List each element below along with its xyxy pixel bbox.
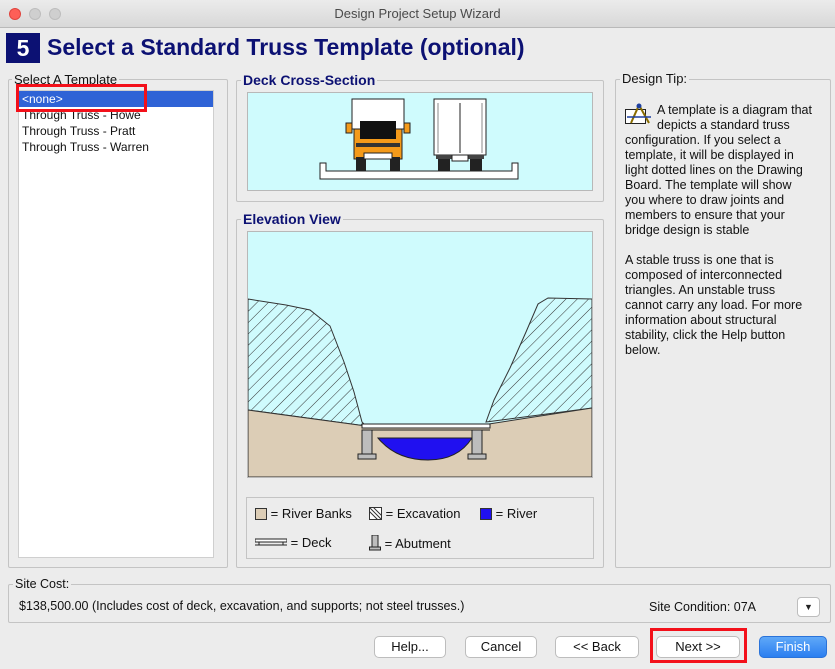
legend-river-banks: = River Banks [255,506,352,521]
legend-excavation: = Excavation [368,506,461,521]
river-banks-swatch-icon [255,508,267,520]
legend-abutment-label: = Abutment [384,536,451,551]
highlight-box-none-option [16,84,147,112]
help-button[interactable]: Help... [374,636,446,658]
finish-button[interactable]: Finish [759,636,827,658]
excavation-swatch-icon [368,506,383,521]
design-tip-paragraph-2: A stable truss is one that is composed o… [625,253,803,357]
cancel-button[interactable]: Cancel [465,636,537,658]
legend-deck-label: = Deck [290,535,332,550]
legend-river: = River [480,506,537,521]
deck-cross-section-view [247,92,593,191]
drafting-compass-icon [625,103,651,124]
truck-rear-icon [433,98,487,171]
page-title: Select a Standard Truss Template (option… [47,34,525,60]
deck-group-label: Deck Cross-Section [241,72,378,88]
title-bar: Design Project Setup Wizard [0,0,835,28]
template-option-warren[interactable]: Through Truss - Warren [19,139,213,155]
design-tip-label: Design Tip: [620,71,690,86]
step-number: 5 [6,33,40,63]
back-button[interactable]: << Back [555,636,639,658]
legend-deck: = Deck [254,535,332,550]
abutment-swatch-icon [369,534,381,551]
elevation-group-label: Elevation View [241,211,343,227]
template-list[interactable]: <none> Through Truss - Howe Through Trus… [18,90,214,558]
site-condition-dropdown-button[interactable]: ▼ [797,597,820,617]
elevation-view [247,231,593,478]
truck-front-icon [345,98,411,171]
river-swatch-icon [480,508,492,520]
legend-river-banks-label: = River Banks [270,506,352,521]
site-cost-value: $138,500.00 (Includes cost of deck, exca… [19,599,465,613]
highlight-box-next-button [650,628,747,663]
legend-river-label: = River [495,506,538,521]
design-tip-text: A template is a diagram that depicts a s… [625,103,815,373]
legend-abutment: = Abutment [369,534,451,551]
site-condition: Site Condition: 07A [649,600,757,614]
chevron-down-icon: ▼ [804,602,813,612]
site-cost-label: Site Cost: [13,577,72,591]
template-option-pratt[interactable]: Through Truss - Pratt [19,123,213,139]
elevation-legend: = River Banks = Excavation = River = Dec… [246,497,594,559]
deck-swatch-icon [254,538,288,546]
legend-excavation-label: = Excavation [385,506,461,521]
window-title: Design Project Setup Wizard [334,6,501,21]
